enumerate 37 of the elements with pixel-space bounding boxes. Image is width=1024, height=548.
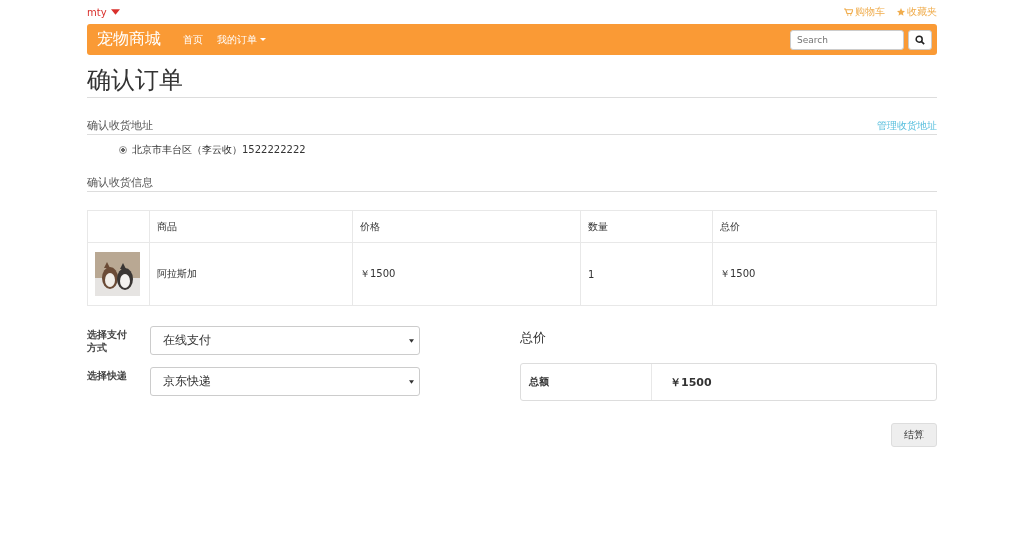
select-field[interactable]: 在线支付 bbox=[150, 326, 420, 355]
total-amount: ￥1500 bbox=[669, 374, 712, 390]
brand-logo[interactable]: 宠物商城 bbox=[97, 29, 161, 50]
address-text: 北京市丰台区（李云收）1522222222 bbox=[132, 143, 306, 157]
checkout-button[interactable]: 结算 bbox=[891, 423, 937, 447]
summary-title: 总价 bbox=[520, 329, 547, 347]
top-link[interactable]: 收藏夹 bbox=[897, 5, 937, 19]
page-title: 确认订单 bbox=[87, 65, 937, 98]
price: ￥1500 bbox=[360, 268, 396, 279]
top-link[interactable]: 购物车 bbox=[844, 5, 885, 19]
product-name: 阿拉斯加 bbox=[157, 268, 197, 279]
field-label: 选择支付方式 bbox=[87, 328, 128, 354]
search-button[interactable] bbox=[908, 29, 932, 50]
caret-icon bbox=[260, 38, 266, 41]
user-menu[interactable]: mty bbox=[87, 6, 120, 18]
manage-address-link[interactable]: 管理收货地址 bbox=[877, 119, 937, 133]
search-icon bbox=[915, 34, 925, 45]
column-header: 数量 bbox=[588, 220, 608, 232]
caret-icon bbox=[110, 9, 120, 15]
total-price: ￥1500 bbox=[720, 268, 756, 279]
field-label: 选择快递 bbox=[87, 369, 128, 382]
radio-button[interactable] bbox=[119, 146, 127, 154]
caret-icon bbox=[409, 379, 414, 384]
section-title: 确认收货信息 bbox=[87, 175, 153, 190]
total-label: 总额 bbox=[521, 364, 652, 400]
nav-link[interactable]: 我的订单 bbox=[217, 32, 266, 47]
nav-link[interactable]: 首页 bbox=[183, 32, 203, 47]
quantity: 1 bbox=[588, 268, 595, 280]
section-title: 确认收货地址 bbox=[87, 118, 153, 133]
cart-icon bbox=[844, 8, 853, 16]
select-field[interactable]: 京东快递 bbox=[150, 367, 420, 396]
search-field[interactable]: Search bbox=[790, 29, 904, 50]
column-header: 商品 bbox=[157, 220, 177, 232]
column-header: 总价 bbox=[720, 220, 740, 232]
column-header: 价格 bbox=[360, 220, 380, 232]
star-icon bbox=[897, 8, 905, 16]
caret-icon bbox=[409, 338, 414, 343]
